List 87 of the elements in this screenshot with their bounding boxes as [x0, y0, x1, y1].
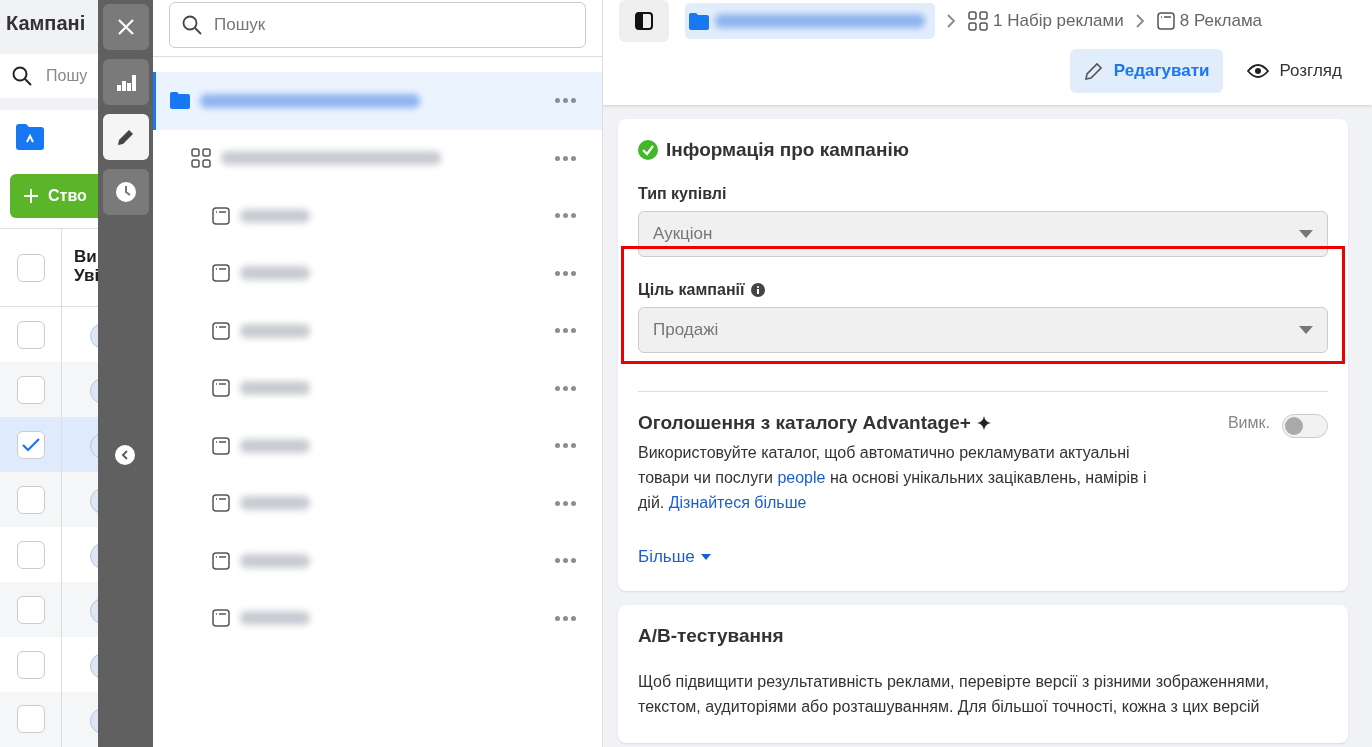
dropdown-field[interactable]: Аукціон: [638, 211, 1328, 257]
link[interactable]: people: [777, 469, 826, 486]
edit-mode-button[interactable]: Редагувати: [1069, 49, 1224, 93]
redacted-name: [240, 381, 310, 396]
checkbox[interactable]: [16, 430, 45, 459]
history-button[interactable]: [102, 169, 149, 215]
table-row[interactable]: [0, 362, 98, 418]
breadcrumb-link[interactable]: 8 Реклама: [1156, 11, 1263, 31]
redacted-name: [240, 266, 310, 281]
table-row[interactable]: [0, 582, 98, 637]
ad-window-icon: [212, 379, 230, 398]
section-title: Оголошення з каталогу Advantage+: [638, 412, 971, 434]
chevron-right-icon: [947, 14, 956, 28]
table-row[interactable]: [0, 637, 98, 692]
close-button[interactable]: [102, 4, 149, 50]
redacted-name: [240, 553, 310, 568]
search-field[interactable]: Пошу: [0, 53, 98, 99]
column-header: Уві: [74, 265, 98, 285]
pencil-icon: [115, 127, 136, 147]
redacted-name: [240, 208, 310, 223]
grid-icon: [191, 148, 211, 169]
panel-toggle-button[interactable]: [619, 0, 669, 42]
sidebar-panel-icon: [634, 11, 654, 31]
plus-icon: [24, 189, 38, 204]
checkbox[interactable]: [16, 595, 45, 624]
card-title: A/B-тестування: [638, 625, 784, 647]
search-icon: [12, 66, 32, 87]
table-row[interactable]: [0, 472, 98, 528]
column-header: Ви: [74, 246, 98, 266]
redacted-name: [240, 611, 310, 626]
caret-down-icon: [1299, 230, 1313, 238]
caret-down-icon: [1299, 326, 1313, 334]
checkbox[interactable]: [16, 375, 45, 404]
toggle-switch[interactable]: [1282, 414, 1328, 438]
search-field[interactable]: Пошук: [169, 2, 586, 48]
dropdown-field[interactable]: Продажі: [638, 307, 1328, 353]
pencil-icon: [1083, 61, 1104, 81]
checkbox[interactable]: [16, 253, 45, 282]
ad-window-icon: [212, 609, 230, 628]
search-icon: [182, 15, 202, 35]
card-title: Інформація про кампанію: [666, 139, 909, 161]
redacted-name: [240, 323, 310, 338]
toggle-label: Вимк.: [1227, 414, 1270, 432]
ad-window-icon: [212, 321, 230, 340]
clock-icon: [114, 181, 137, 203]
field-label: Тип купівлі: [638, 185, 727, 203]
description-text: Щоб підвищити результативність реклами, перевірте версії з різними зображеннями, текстом, аудиторіями або розташуванням. Для більшої точності, кожна з цих версій: [638, 672, 1271, 717]
page-title: Кампані: [5, 11, 87, 36]
chevron-left-icon: [121, 450, 129, 460]
checkmark-icon: [21, 437, 40, 452]
redacted-name: [240, 496, 310, 511]
breadcrumb-link[interactable]: 1 Набір реклами: [968, 11, 1124, 31]
campaign-breadcrumb[interactable]: [685, 3, 935, 39]
bar-chart-icon: [115, 73, 136, 91]
checkbox[interactable]: [16, 485, 45, 514]
field-label: Ціль кампанії: [638, 281, 745, 299]
caret-down-icon: [700, 554, 711, 560]
checkbox[interactable]: [16, 705, 45, 734]
description-text: Використовуйте каталог, щоб автоматично рекламувати актуальні товари чи послуги people на основі унікальних зацікавлень, намірів і дій. Дізнайтеся більше: [638, 443, 1148, 513]
folder-icon: [170, 92, 190, 110]
edit-button[interactable]: [102, 114, 149, 160]
more-link[interactable]: Більше: [638, 547, 711, 567]
sparkle-icon: [976, 416, 991, 430]
checkbox[interactable]: [16, 320, 45, 349]
view-mode-button[interactable]: Розгляд: [1233, 49, 1356, 93]
table-row[interactable]: [0, 692, 98, 747]
table-row[interactable]: [0, 527, 98, 583]
folder-icon[interactable]: [16, 124, 44, 151]
collapse-button[interactable]: [115, 445, 135, 465]
eye-icon: [1247, 64, 1270, 78]
close-icon: [116, 18, 135, 36]
ad-window-icon: [212, 206, 230, 225]
ad-window-icon: [212, 551, 230, 570]
chevron-right-icon: [1135, 14, 1145, 28]
table-row[interactable]: [0, 417, 98, 473]
redacted-name: [240, 438, 310, 453]
checkbox[interactable]: [16, 650, 45, 679]
ad-window-icon: [212, 494, 230, 513]
ad-window-icon: [212, 264, 230, 283]
folder-icon: [689, 12, 709, 30]
table-row[interactable]: [0, 307, 98, 363]
checkbox[interactable]: [16, 540, 45, 569]
ad-window-icon: [212, 436, 230, 455]
ad-window-icon: [1156, 12, 1175, 30]
chart-button[interactable]: [102, 59, 149, 105]
link[interactable]: Дізнайтеся більше: [668, 494, 807, 511]
grid-icon: [968, 11, 988, 31]
